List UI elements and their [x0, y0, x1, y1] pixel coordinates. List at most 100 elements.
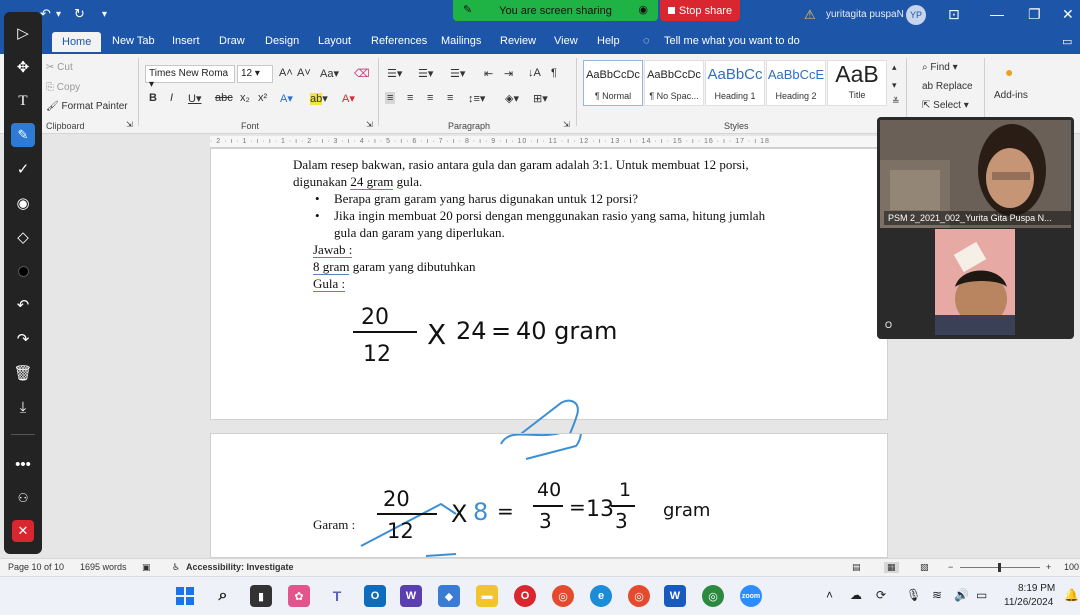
- outlook-icon[interactable]: O: [364, 585, 386, 607]
- style-no-spacing[interactable]: AaBbCcDc ¶ No Spac...: [644, 60, 704, 106]
- strikethrough-icon[interactable]: abc: [215, 92, 233, 104]
- styles-scroll-up-icon[interactable]: ▴: [892, 62, 897, 73]
- align-right-icon[interactable]: ≡: [427, 92, 433, 104]
- customize-toolbar-icon[interactable]: ▾: [102, 9, 107, 20]
- tell-me-search[interactable]: Tell me what you want to do: [664, 35, 800, 47]
- edge-icon[interactable]: e: [590, 585, 612, 607]
- select-button[interactable]: ⇱ Select ▾: [922, 100, 969, 111]
- participants-icon[interactable]: ⚇: [4, 486, 42, 510]
- zoom-thumb[interactable]: [998, 563, 1001, 572]
- style-normal[interactable]: AaBbCcDc ¶ Normal: [583, 60, 643, 106]
- sort-icon[interactable]: ↓A: [528, 67, 541, 79]
- sharing-pin-icon[interactable]: ✎: [463, 3, 472, 16]
- clear-formatting-icon[interactable]: ⌫: [354, 67, 370, 80]
- spotlight-icon[interactable]: ◉: [4, 191, 42, 215]
- tab-mailings[interactable]: Mailings: [441, 35, 481, 47]
- tab-view[interactable]: View: [554, 35, 578, 47]
- close-icon[interactable]: ✕: [1062, 6, 1074, 23]
- web-layout-icon[interactable]: ▧: [920, 562, 929, 573]
- justify-icon[interactable]: ≡: [447, 92, 453, 104]
- cut-button[interactable]: ✂ Cut: [46, 62, 73, 73]
- microphone-icon[interactable]: 🎙: [906, 588, 921, 602]
- trash-icon[interactable]: 🗑: [4, 361, 42, 385]
- highlight-icon[interactable]: ab▾: [310, 92, 328, 105]
- task-view-icon[interactable]: ▮: [250, 585, 272, 607]
- decrease-indent-icon[interactable]: ⇤: [484, 67, 493, 80]
- move-icon[interactable]: ✥: [4, 55, 42, 79]
- user-name[interactable]: yuritagita puspaN: [826, 9, 904, 20]
- tab-home[interactable]: Home: [52, 32, 102, 52]
- tab-layout[interactable]: Layout: [318, 35, 351, 47]
- horizontal-ruler[interactable]: · 2 · ı · 1 · ı · ı · 1 · ı · 2 · ı · 3 …: [210, 136, 878, 148]
- wifi-icon[interactable]: ≋: [932, 588, 942, 602]
- zoom-out-icon[interactable]: −: [948, 562, 953, 572]
- font-size-select[interactable]: 12 ▾: [237, 65, 273, 83]
- increase-indent-icon[interactable]: ⇥: [504, 67, 513, 80]
- copy-button[interactable]: ⎘ Copy: [46, 82, 80, 93]
- tab-review[interactable]: Review: [500, 35, 536, 47]
- italic-icon[interactable]: I: [170, 92, 173, 104]
- participant-video[interactable]: [935, 229, 1015, 335]
- tab-help[interactable]: Help: [597, 35, 620, 47]
- style-heading-2[interactable]: AaBbCcE Heading 2: [766, 60, 826, 106]
- align-left-icon[interactable]: ≡: [385, 92, 396, 104]
- pen-icon[interactable]: ✎: [11, 123, 35, 147]
- clipboard-launcher-icon[interactable]: ⇲: [126, 120, 133, 129]
- zoom-level[interactable]: 100: [1064, 562, 1079, 572]
- ribbon-display-icon[interactable]: ⊡: [948, 6, 960, 23]
- teams-icon[interactable]: T: [326, 585, 348, 607]
- stop-share-button[interactable]: Stop share: [660, 0, 740, 21]
- change-case-icon[interactable]: Aa▾: [320, 67, 339, 80]
- comments-icon[interactable]: ▭: [1062, 35, 1072, 48]
- undo-dropdown-icon[interactable]: ▾: [56, 9, 61, 20]
- text-effects-icon[interactable]: A▾: [280, 92, 293, 105]
- file-explorer-icon[interactable]: ▬: [476, 585, 498, 607]
- align-center-icon[interactable]: ≡: [407, 92, 413, 104]
- copilot-icon[interactable]: ✿: [288, 585, 310, 607]
- battery-icon[interactable]: ▭: [976, 588, 987, 602]
- zoom-slider[interactable]: [960, 563, 1040, 572]
- photos-icon[interactable]: ◆: [438, 585, 460, 607]
- font-name-select[interactable]: Times New Roma ▾: [145, 65, 235, 90]
- subscript-icon[interactable]: x₂: [240, 92, 250, 104]
- undo-annotation-icon[interactable]: ↶: [4, 293, 42, 317]
- word-count[interactable]: 1695 words: [80, 562, 127, 572]
- checkmark-icon[interactable]: ✓: [4, 157, 42, 181]
- redo-icon[interactable]: ↻: [74, 6, 85, 22]
- chrome-profile-icon[interactable]: ◎: [628, 585, 650, 607]
- clock-date[interactable]: 11/26/2024: [1004, 597, 1053, 608]
- tab-references[interactable]: References: [371, 35, 427, 47]
- avatar[interactable]: YP: [906, 5, 926, 25]
- cloud-icon[interactable]: ☁: [850, 588, 862, 602]
- opera-icon[interactable]: O: [514, 585, 536, 607]
- chrome-icon[interactable]: ◎: [552, 585, 574, 607]
- document-page[interactable]: Garam : 20 12 X 8 = 40 3 = 13 1 3 gram: [210, 433, 888, 558]
- bullets-icon[interactable]: ☰▾: [387, 67, 402, 80]
- superscript-icon[interactable]: x²: [258, 92, 267, 104]
- eraser-icon[interactable]: ◇: [4, 225, 42, 249]
- close-toolbar-icon[interactable]: ✕: [12, 520, 34, 542]
- pointer-icon[interactable]: ▷: [4, 21, 42, 45]
- download-icon[interactable]: ⤓: [4, 395, 42, 419]
- page-count[interactable]: Page 10 of 10: [8, 562, 64, 572]
- notification-icon[interactable]: 🔔: [1064, 588, 1079, 602]
- grow-font-icon[interactable]: A˄: [279, 67, 293, 79]
- zoom-app-icon[interactable]: zoom: [740, 585, 762, 607]
- tab-insert[interactable]: Insert: [172, 35, 200, 47]
- more-icon[interactable]: •••: [4, 452, 42, 476]
- show-marks-icon[interactable]: ¶: [551, 67, 557, 79]
- find-button[interactable]: ⌕ Find ▾: [922, 62, 958, 73]
- video-panel[interactable]: PSM 2_2021_002_Yurita Gita Puspa N... O: [877, 117, 1074, 339]
- tab-new-tab[interactable]: New Tab: [112, 35, 155, 47]
- style-title[interactable]: AaB Title: [827, 60, 887, 106]
- color-picker-icon[interactable]: [4, 259, 42, 283]
- add-ins-icon[interactable]: ●: [1005, 64, 1013, 80]
- print-layout-icon[interactable]: ▦: [884, 562, 899, 573]
- paragraph-launcher-icon[interactable]: ⇲: [563, 120, 570, 129]
- tray-overflow-icon[interactable]: ˄: [826, 588, 833, 602]
- document-page[interactable]: Dalam resep bakwan, rasio antara gula da…: [210, 148, 888, 456]
- underline-icon[interactable]: U▾: [188, 92, 201, 105]
- style-heading-1[interactable]: AaBbCc Heading 1: [705, 60, 765, 106]
- accessibility-status[interactable]: Accessibility: Investigate: [186, 562, 294, 572]
- numbering-icon[interactable]: ☰▾: [418, 67, 433, 80]
